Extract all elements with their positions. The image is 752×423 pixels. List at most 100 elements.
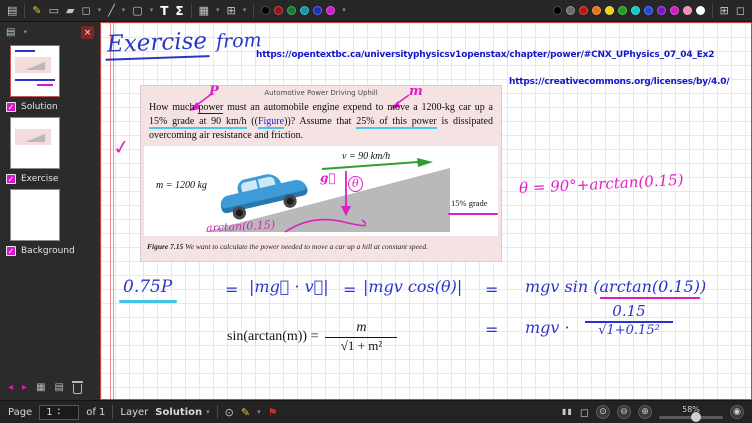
bookmark-flag-icon[interactable]: ⚑ [268, 407, 278, 418]
latex-lhs: sin(arctan(m)) = [227, 329, 318, 345]
equals-sign: = [225, 280, 238, 299]
zoom-out-button[interactable]: ⊖ [617, 405, 631, 419]
layer-sidebar: ▤ ▾ × ✓ Solution ✓ Exercise [0, 22, 100, 400]
latex-identity: sin(arctan(m)) = m √1 + m² [227, 321, 397, 353]
page-canvas[interactable]: Exercisefrom https://opentextbc.ca/unive… [100, 22, 752, 400]
color-swatch[interactable] [261, 6, 270, 15]
shape-tool-icon[interactable]: ▢ [132, 5, 142, 16]
line-tool-icon[interactable]: ╱ [108, 5, 115, 16]
layer-checkbox-solution[interactable]: ✓ [6, 102, 16, 112]
eq2-prefix: mgv · [525, 318, 570, 337]
color-swatch[interactable] [605, 6, 614, 15]
chevron-down-icon[interactable]: ▾ [98, 7, 102, 14]
pause-icon[interactable]: ▮▮ [562, 408, 573, 416]
color-swatch[interactable] [644, 6, 653, 15]
gravity-annotation-label: g⃗ [320, 171, 336, 185]
status-bar: Page 1 ▴▾ of 1 Layer Solution ▾ ⊙ ✎ ▾ ⚑ … [0, 400, 752, 423]
chevron-down-icon[interactable]: ▾ [150, 7, 154, 14]
zoom-slider[interactable] [659, 416, 723, 419]
figure-link[interactable]: Figure [258, 116, 284, 129]
math-tex-tool-icon[interactable]: Σ [175, 5, 183, 17]
text-segment: power [198, 102, 223, 114]
color-swatch[interactable] [326, 6, 335, 15]
color-swatch[interactable] [566, 6, 575, 15]
pen-settings-icon[interactable]: ✎ [241, 407, 250, 418]
default-tool-icon[interactable]: ⊙ [225, 407, 234, 418]
pen-tool-icon[interactable]: ✎ [32, 5, 41, 16]
license-url-link[interactable]: https://creativecommons.org/licenses/by/… [509, 77, 729, 87]
page-number-spinbox[interactable]: 1 ▴▾ [39, 405, 79, 420]
chevron-down-icon[interactable]: ▾ [122, 7, 126, 14]
radical-sign: √ [341, 338, 348, 353]
chevron-down-icon[interactable]: ▾ [257, 409, 261, 416]
figure-caption: Figure 7.15 We want to calculate the pow… [147, 242, 495, 251]
equals-sign: = [343, 280, 356, 299]
eq1-sin-pre: mgv sin ( [525, 277, 600, 296]
eq1-term-sin: mgv sin (arctan(0.15)) [525, 277, 706, 296]
color-swatch[interactable] [313, 6, 322, 15]
grid-snapping-icon[interactable]: ▦ [199, 5, 209, 16]
chevron-down-icon[interactable]: ▾ [243, 7, 247, 14]
text-segment: 25% of this power [356, 116, 437, 129]
frame-icon[interactable]: ◻ [580, 407, 589, 418]
layer-label-background[interactable]: Background [21, 246, 75, 256]
radicand: 1 + m² [348, 337, 382, 353]
zoom-slider-knob[interactable] [691, 412, 701, 422]
color-swatch[interactable] [631, 6, 640, 15]
zoom-in-button[interactable]: ⊕ [638, 405, 652, 419]
color-swatch[interactable] [274, 6, 283, 15]
snap-grid-icon[interactable]: ⊞ [720, 5, 729, 16]
color-swatch[interactable] [683, 6, 692, 15]
layer-combobox-value: Solution [155, 407, 202, 418]
color-swatch[interactable] [618, 6, 627, 15]
next-layer-icon[interactable]: ▸ [22, 383, 27, 393]
arctan-annotation-label: arctan(0.15) [206, 218, 276, 235]
source-url-link[interactable]: https://opentextbc.ca/universityphysicsv… [256, 50, 714, 60]
color-swatch[interactable] [579, 6, 588, 15]
layer-checkbox-background[interactable]: ✓ [6, 246, 16, 256]
fullscreen-icon[interactable]: ◻ [736, 5, 745, 16]
color-swatch[interactable] [553, 6, 562, 15]
pages-view-icon[interactable]: ▤ [55, 383, 64, 393]
select-tool-icon[interactable]: ◻ [82, 5, 91, 16]
layer-combobox[interactable]: Solution ▾ [155, 407, 209, 418]
radicand: 1+0.15² [606, 322, 659, 338]
page-template-icon[interactable]: ⊞ [227, 5, 236, 16]
color-swatch[interactable] [657, 6, 666, 15]
chevron-down-icon[interactable]: ▾ [342, 7, 346, 14]
layer-thumbnail-solution[interactable] [10, 45, 60, 97]
latex-denominator: √1 + m² [325, 339, 397, 353]
toolbar-separator [712, 4, 713, 18]
layer-label-solution[interactable]: Solution [21, 102, 58, 112]
eraser-tool-icon[interactable]: ▭ [49, 5, 59, 16]
color-swatch[interactable] [287, 6, 296, 15]
text-tool-icon[interactable]: T [160, 5, 168, 17]
color-swatch[interactable] [592, 6, 601, 15]
chevron-down-icon[interactable]: ▾ [23, 29, 27, 36]
color-swatch[interactable] [300, 6, 309, 15]
layer-thumbnail-exercise[interactable] [10, 117, 60, 169]
close-sidebar-button[interactable]: × [81, 26, 94, 39]
eq1-sin-post: ) [700, 277, 706, 296]
chevron-down-icon[interactable]: ▾ [216, 7, 220, 14]
spinbox-arrows[interactable]: ▴▾ [58, 407, 61, 418]
statusbar-separator [217, 405, 218, 419]
eq2-numerator: 0.15 [585, 304, 673, 320]
color-swatch[interactable] [696, 6, 705, 15]
color-swatch[interactable] [670, 6, 679, 15]
prev-layer-icon[interactable]: ◂ [8, 383, 13, 393]
zoom-100-button[interactable]: ◉ [730, 405, 744, 419]
layer-checkbox-exercise[interactable]: ✓ [6, 174, 16, 184]
layer-thumbnail-background[interactable] [10, 189, 60, 241]
zoom-control: 58% [659, 406, 723, 419]
layer-label-exercise[interactable]: Exercise [21, 174, 58, 184]
highlighter-tool-icon[interactable]: ▰ [66, 5, 74, 16]
trash-icon[interactable] [73, 384, 82, 394]
text-segment: ))? Assume that [284, 116, 356, 127]
spin-down-icon[interactable]: ▾ [58, 412, 61, 418]
zoom-fit-button[interactable]: ⊙ [596, 405, 610, 419]
app-window: ▤ ✎ ▭ ▰ ◻ ▾ ╱ ▾ ▢ ▾ T Σ ▦ ▾ ⊞ ▾ ▾ ⊞ ◻ ▤ … [0, 0, 752, 423]
preview-mode-icon[interactable]: ▤ [6, 27, 15, 38]
sidebar-toggle-icon[interactable]: ▤ [7, 5, 17, 16]
grid-view-icon[interactable]: ▦ [36, 383, 45, 393]
